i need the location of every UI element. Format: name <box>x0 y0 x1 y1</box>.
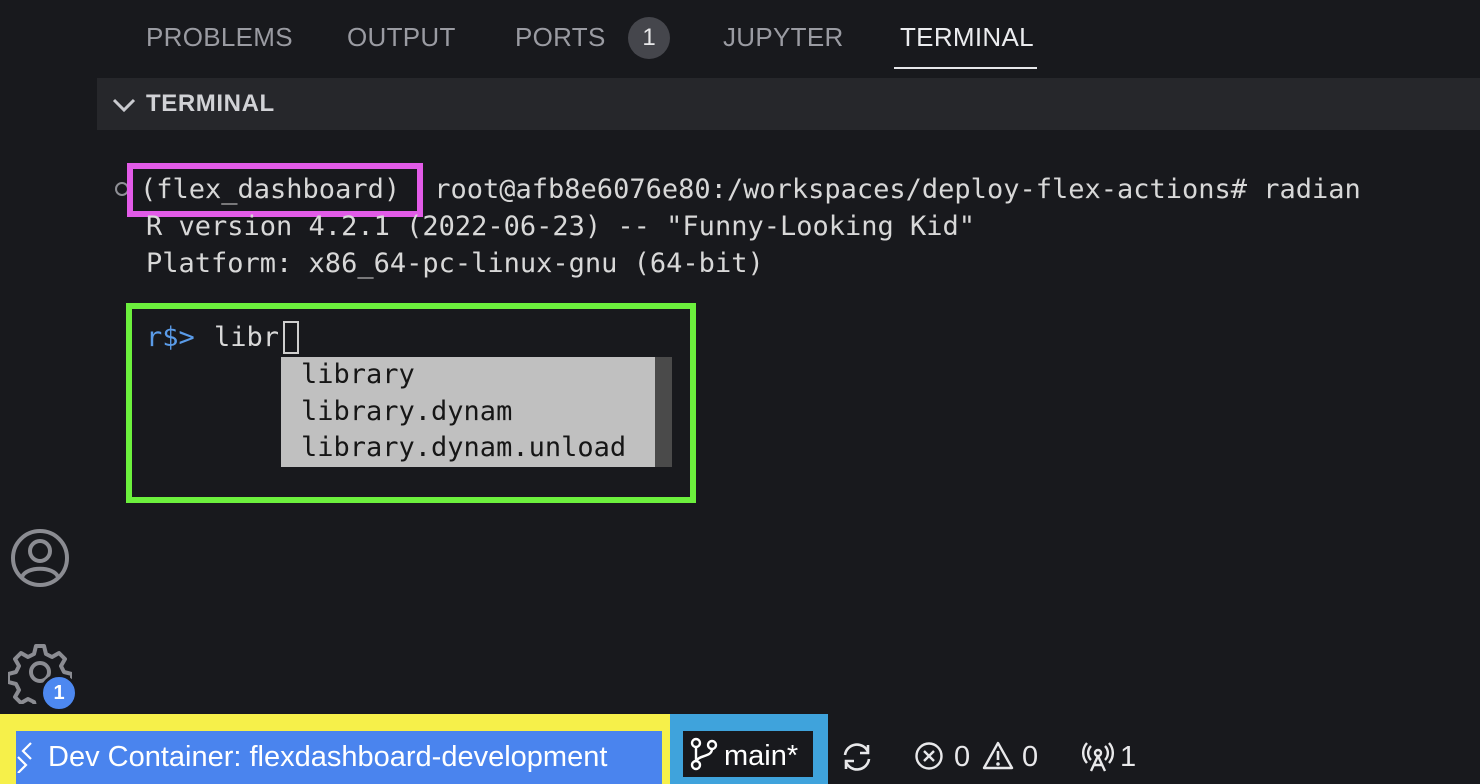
tab-terminal[interactable]: TERMINAL <box>900 22 1034 58</box>
terminal-command-line: root@afb8e6076e80:/workspaces/deploy-fle… <box>418 174 1361 205</box>
account-icon[interactable] <box>10 528 70 588</box>
completion-item[interactable]: library.dynam.unload <box>301 432 626 463</box>
terminal-input[interactable]: libr <box>214 322 279 353</box>
error-count: 0 <box>954 741 971 773</box>
ports-status-button[interactable]: 1 <box>1082 736 1142 780</box>
tab-output[interactable]: OUTPUT <box>347 22 456 58</box>
terminal-version-line: R version 4.2.1 (2022-06-23) -- "Funny-L… <box>146 211 976 242</box>
terminal-section-header[interactable]: TERMINAL <box>97 78 1480 130</box>
completion-item[interactable]: library <box>301 359 415 390</box>
error-icon <box>914 741 944 779</box>
active-tab-indicator <box>894 67 1037 69</box>
activity-bar: 1 <box>0 0 80 714</box>
completion-item[interactable]: library.dynam <box>301 396 512 427</box>
antenna-icon <box>1082 740 1114 780</box>
git-branch-button[interactable]: main* <box>683 731 813 777</box>
tab-ports[interactable]: PORTS <box>515 22 606 58</box>
sync-icon <box>840 740 874 782</box>
problems-status-button[interactable]: 0 0 <box>914 736 1044 780</box>
chevron-down-icon[interactable] <box>111 92 137 118</box>
warning-icon <box>982 740 1014 778</box>
terminal-env-name: (flex_dashboard) <box>140 174 401 205</box>
warning-count: 0 <box>1022 741 1039 773</box>
settings-badge: 1 <box>40 674 78 712</box>
remote-indicator-button[interactable]: Dev Container: flexdashboard-development <box>16 731 662 784</box>
completion-menu: library library.dynam library.dynam.unlo… <box>281 357 672 467</box>
tab-problems[interactable]: PROBLEMS <box>146 22 293 58</box>
terminal-platform-line: Platform: x86_64-pc-linux-gnu (64-bit) <box>146 248 764 279</box>
tab-jupyter[interactable]: JUPYTER <box>723 22 844 58</box>
git-branch-icon <box>689 737 719 771</box>
completion-scrollbar[interactable] <box>655 357 672 467</box>
git-branch-label: main* <box>724 740 799 772</box>
remote-icon <box>16 739 42 774</box>
ports-forwarded-count: 1 <box>1120 741 1137 773</box>
r-prompt: r$> <box>146 322 195 353</box>
sync-button[interactable] <box>840 736 876 780</box>
terminal-cursor <box>283 321 299 354</box>
ports-count-badge: 1 <box>628 17 670 59</box>
panel-tabs: PROBLEMS OUTPUT PORTS JUPYTER TERMINAL <box>120 0 1480 78</box>
section-title: TERMINAL <box>146 90 275 117</box>
remote-label: Dev Container: flexdashboard-development <box>48 741 608 773</box>
